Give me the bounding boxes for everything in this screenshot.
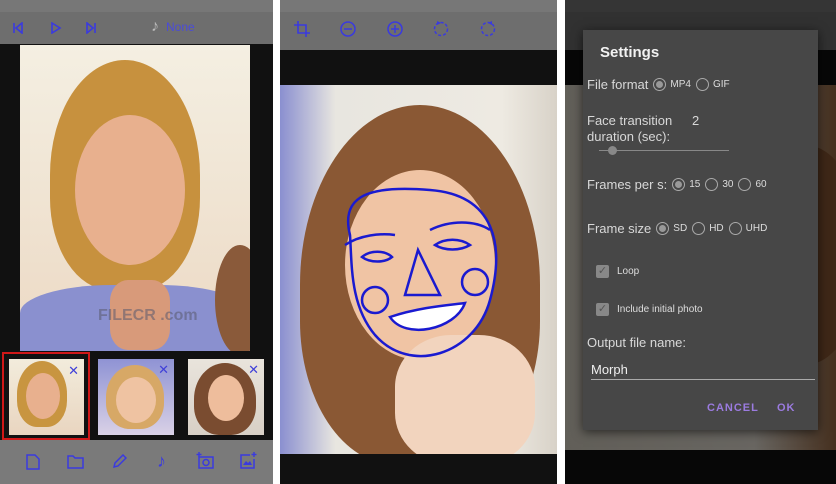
music-note-icon[interactable]: ♪ [151,19,159,35]
file-format-label: File format [587,77,649,92]
check-icon[interactable]: ✓ [596,265,609,278]
crop-icon[interactable] [294,21,310,37]
option-label: 15 [689,179,701,190]
settings-dialog: Settings File format MP4 GIF Face transi… [583,30,818,430]
radio-hd[interactable] [692,222,706,235]
check-icon[interactable]: ✓ [596,303,609,316]
music-note-icon[interactable]: ♪ [157,452,166,470]
ok-button[interactable]: OK [777,402,796,414]
radio-gif[interactable] [695,78,709,91]
transition-value: 2 [692,113,700,128]
fps-label: Frames per s: [587,177,668,192]
output-file-name-input[interactable]: Morph [591,360,815,380]
radio-mp4[interactable] [653,78,667,91]
watermark: FILECR .com [98,307,198,324]
include-label: Include initial photo [617,304,703,315]
new-file-icon[interactable] [26,454,40,470]
transition-slider[interactable] [599,146,729,155]
rotate-left-icon[interactable] [433,20,449,37]
cancel-button[interactable]: CANCEL [707,402,759,414]
bottom-toolbar: ♪ [0,440,273,484]
include-initial-checkbox[interactable]: ✓ Include initial photo [587,303,703,316]
radio-15[interactable] [672,178,686,191]
transition-label-2: duration (sec): [587,129,671,144]
remove-photo-icon[interactable]: ✕ [158,362,169,378]
zoom-in-icon[interactable] [387,21,403,37]
fps-row: Frames per s: 15 30 60 [587,177,767,192]
option-label: 60 [755,179,767,190]
output-label: Output file name: [587,335,686,350]
frame-size-row: Frame size SD HD UHD [587,221,767,236]
option-label: GIF [712,79,730,90]
radio-30[interactable] [705,178,719,191]
playback-toolbar: ♪ None [0,0,273,44]
face-landmarks-overlay[interactable] [280,85,557,454]
folder-icon[interactable] [67,455,84,469]
radio-sd[interactable] [656,222,670,235]
add-camera-icon[interactable] [196,452,214,469]
main-photo: FILECR .com [20,45,250,351]
file-format-row: File format MP4 GIF [587,77,730,92]
remove-photo-icon[interactable]: ✕ [68,363,79,379]
loop-label: Loop [617,266,640,277]
dialog-title: Settings [600,44,660,61]
slider-thumb[interactable] [608,146,617,155]
settings-screen: Settings File format MP4 GIF Face transi… [565,0,836,484]
pencil-icon[interactable] [112,454,127,469]
loop-checkbox[interactable]: ✓ Loop [587,265,639,278]
frame-size-label: Frame size [587,221,652,236]
play-icon[interactable] [50,22,62,34]
edit-toolbar [280,0,557,50]
option-label: UHD [745,223,768,234]
option-label: MP4 [670,79,691,90]
face-mapping-screen [280,0,557,484]
thumbnail[interactable]: ✕ [98,359,174,435]
thumbnail-selected[interactable]: ✕ [2,352,90,440]
option-label: SD [673,223,688,234]
skip-next-icon[interactable] [85,22,97,34]
radio-uhd[interactable] [728,222,742,235]
remove-photo-icon[interactable]: ✕ [248,362,259,378]
morph-editor-screen: ♪ None FILECR .com ✕ ✕ ✕ ♪ [0,0,273,484]
rotate-right-icon[interactable] [480,20,496,37]
zoom-out-icon[interactable] [340,21,356,37]
face-photo [280,85,557,454]
add-image-icon[interactable] [240,452,257,469]
option-label: HD [709,223,724,234]
transition-label: Face transition [587,113,673,128]
music-label[interactable]: None [166,21,195,33]
skip-previous-icon[interactable] [12,22,24,34]
thumbnail[interactable]: ✕ [188,359,264,435]
radio-60[interactable] [738,178,752,191]
option-label: 30 [722,179,734,190]
